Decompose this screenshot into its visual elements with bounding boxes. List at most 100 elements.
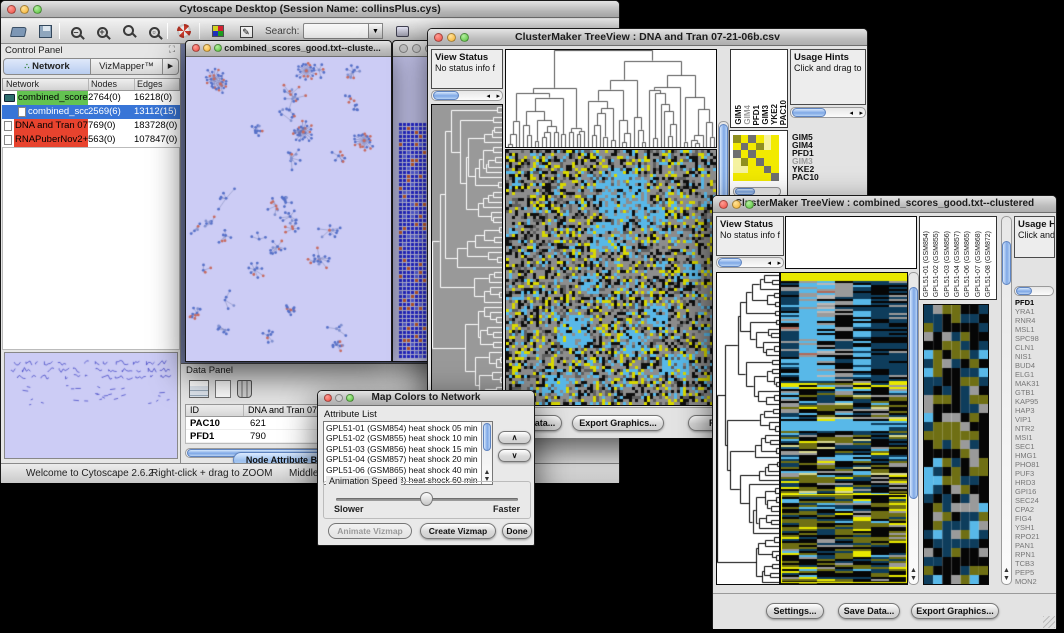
treeview2-status-hscrollbar[interactable]: ◂ ▸ [716,257,784,268]
gene-label[interactable]: SEC24 [1015,496,1057,505]
help-icon[interactable] [173,22,195,42]
gene-label[interactable]: BUD4 [1015,361,1057,370]
annotation-icon[interactable]: ✎ [235,22,257,42]
network-list-row[interactable]: combined_scores2764(0)16218(0) [2,91,180,105]
attribute-list-item[interactable]: GPL51-04 (GSM857) heat shock 20 min [326,454,490,464]
col-header-nodes[interactable]: Nodes [89,79,135,90]
gene-label[interactable]: SPC98 [1015,334,1057,343]
gene-label[interactable]: PHO81 [1015,460,1057,469]
table-view-icon[interactable] [189,380,209,398]
delete-attribute-icon[interactable] [237,380,252,398]
save-session-icon[interactable] [34,22,56,42]
vizmapper-icon[interactable] [207,22,229,42]
tab-network[interactable]: ∴ Network [3,58,91,75]
gene-label[interactable]: ELG1 [1015,370,1057,379]
treeview1-mini-heatmap[interactable] [733,135,779,181]
attribute-list-vscrollbar[interactable]: ▲ ▼ [481,422,492,484]
export-graphics-button[interactable]: Export Graphics... [911,603,999,619]
save-data-button[interactable]: Save Data... [838,603,900,619]
close-icon[interactable] [434,33,443,42]
close-icon[interactable] [399,44,408,53]
search-dropdown-icon[interactable]: ▼ [369,23,383,39]
minimize-icon[interactable] [447,33,456,42]
animation-speed-slider[interactable] [336,498,518,501]
network-list-row[interactable]: combined_sco2569(6)13112(15) [2,105,180,119]
minimize-icon[interactable] [335,394,343,402]
zoom-in-icon[interactable]: + [91,22,113,42]
zoom-selected-icon[interactable] [117,22,139,42]
export-graphics-button[interactable]: Export Graphics... [572,415,664,431]
move-down-button[interactable]: ∨ [498,449,531,462]
create-vizmap-button[interactable]: Create Vizmap [420,523,496,539]
main-titlebar[interactable]: Cytoscape Desktop (Session Name: collins… [1,1,619,18]
gene-label[interactable]: PUF3 [1015,469,1057,478]
treeview2-vscrollbar[interactable]: ▲ ▼ [908,272,919,585]
gene-label[interactable]: KAP95 [1015,397,1057,406]
treeview2-titlebar[interactable]: ClusterMaker TreeView : combined_scores_… [713,196,1056,213]
gene-label[interactable]: NIS1 [1015,352,1057,361]
gene-label[interactable]: CLN1 [1015,343,1057,352]
treeview2-zoom-heatmap[interactable] [923,304,989,585]
attribute-list-item[interactable]: GPL51-01 (GSM854) heat shock 05 min [326,423,490,433]
treeview1-column-dendrogram[interactable] [505,49,717,148]
gene-label[interactable]: FIG4 [1015,514,1057,523]
minimize-icon[interactable] [732,200,741,209]
data-col-id[interactable]: ID [186,405,244,416]
gene-label[interactable]: HMG1 [1015,451,1057,460]
gene-label[interactable]: YSH1 [1015,523,1057,532]
zoom-window-icon[interactable] [346,394,354,402]
zoom-window-icon[interactable] [745,200,754,209]
float-panel-icon[interactable]: ⛶ [169,44,175,55]
gene-label[interactable]: PAN1 [1015,541,1057,550]
minimize-icon[interactable] [20,5,29,14]
network-window-titlebar[interactable]: combined_scores_good.txt--cluste... [186,41,391,57]
zoom-out-icon[interactable]: – [65,22,87,42]
gene-label[interactable]: YKE2 [792,165,862,173]
gene-label[interactable]: HAP3 [1015,406,1057,415]
treeview1-hints-hscrollbar[interactable]: ◂ ▸ [790,107,866,118]
gene-label[interactable]: MON2 [1015,577,1057,586]
gene-label[interactable]: HRD3 [1015,478,1057,487]
search-input[interactable] [303,23,369,39]
close-icon[interactable] [719,200,728,209]
attribute-list-item[interactable]: GPL51-03 (GSM856) heat shock 15 min [326,444,490,454]
gene-label[interactable]: RNR4 [1015,316,1057,325]
network-list-row[interactable]: RNAPuberNov2+563(0)107847(0) [2,133,180,147]
tab-vizmapper[interactable]: VizMapper™ [91,58,163,75]
minimize-icon[interactable] [412,44,421,53]
gene-label[interactable]: TCB3 [1015,559,1057,568]
gene-label[interactable]: PEP5 [1015,568,1057,577]
resize-grip[interactable] [1043,616,1055,628]
treeview2-hints-hscrollbar[interactable] [1014,286,1054,296]
network-list-row[interactable]: DNA and Tran 07769(0)183728(0) [2,119,180,133]
attribute-list-item[interactable]: GPL51-06 (GSM865) heat shock 40 min [326,465,490,475]
treeview2-heatmap[interactable] [780,272,908,585]
treeview2-column-dendrogram[interactable] [785,216,917,269]
close-icon[interactable] [7,5,16,14]
treeview1-status-hscrollbar[interactable]: ◂ ▸ [431,90,503,101]
gene-label[interactable]: GPI16 [1015,487,1057,496]
treeview1-heatmap[interactable] [505,149,717,406]
gene-label[interactable]: YRA1 [1015,307,1057,316]
gene-label[interactable]: GIM4 [792,141,862,149]
gene-label[interactable]: MSL1 [1015,325,1057,334]
attribute-list-item[interactable]: GPL51-02 (GSM855) heat shock 10 min [326,433,490,443]
zoom-window-icon[interactable] [214,44,222,52]
network-overview-thumbnail[interactable] [4,352,178,459]
treeview2-zoom-vscrollbar[interactable]: ▲ ▼ [1001,216,1012,585]
tab-overflow-arrow[interactable]: ▶ [163,58,179,75]
gene-label[interactable]: GIM3 [792,157,862,165]
printer-icon[interactable] [391,22,413,42]
col-header-network[interactable]: Network [3,79,89,90]
gene-label[interactable]: RPO21 [1015,532,1057,541]
gene-label[interactable]: PFD1 [1015,298,1057,307]
gene-label[interactable]: NTR2 [1015,424,1057,433]
dialog-titlebar[interactable]: Map Colors to Network [318,391,534,406]
network-view-canvas[interactable] [186,57,391,361]
new-attribute-icon[interactable] [215,380,231,398]
open-session-icon[interactable] [7,22,29,42]
treeview2-row-dendrogram[interactable] [716,272,780,585]
gene-label[interactable]: GTB1 [1015,388,1057,397]
close-icon[interactable] [192,44,200,52]
gene-label[interactable]: VIP1 [1015,415,1057,424]
